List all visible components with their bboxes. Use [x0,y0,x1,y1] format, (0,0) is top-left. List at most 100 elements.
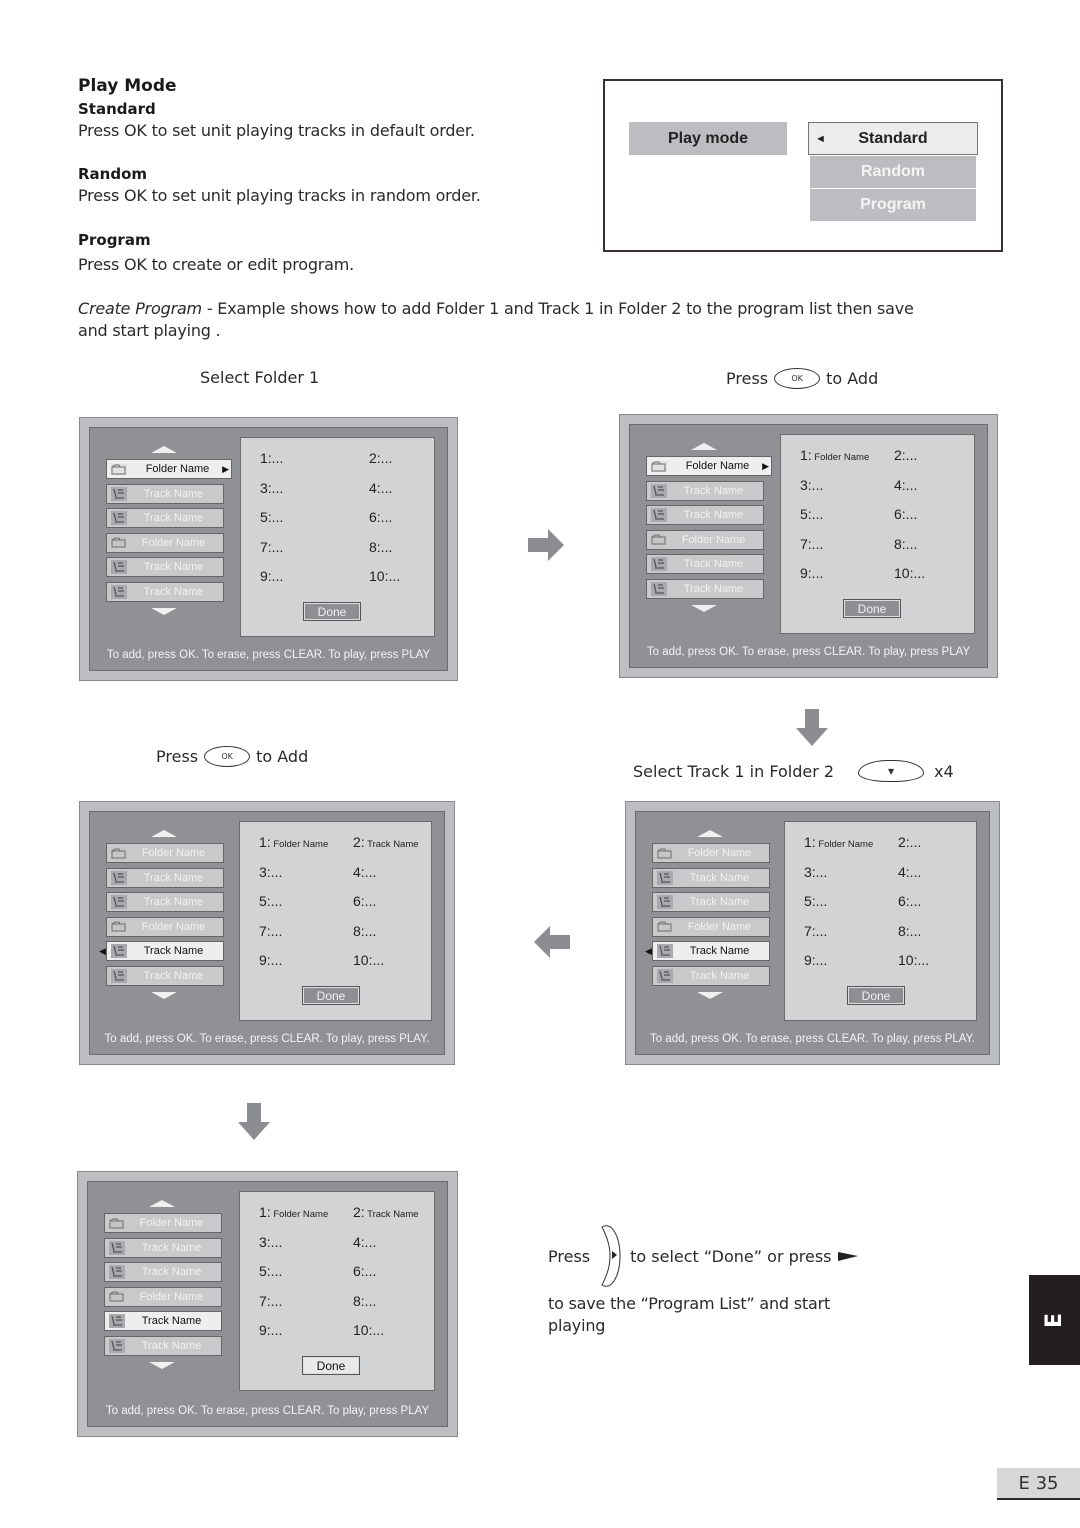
program-slot[interactable]: 10:... [369,568,400,584]
scroll-up-icon[interactable] [149,1200,175,1207]
program-slot[interactable]: 7:... [800,536,823,552]
folder-item[interactable]: Folder Name [646,529,764,550]
track-item[interactable]: Track Name [104,1237,222,1258]
program-slot[interactable]: 2:... [369,450,392,466]
done-button[interactable]: Done [302,1356,360,1375]
program-slot[interactable]: 5:... [800,506,823,522]
play-mode-option-random[interactable]: Random [810,156,976,188]
folder-item[interactable]: Folder Name ▶ [106,459,232,479]
track-item[interactable]: Track Name [104,1335,222,1356]
program-slot[interactable]: 5:... [259,893,282,909]
scroll-up-icon[interactable] [691,443,717,450]
program-slot[interactable]: 5:... [260,509,283,525]
track-item[interactable]: Track Name [652,867,770,888]
program-slot[interactable]: 7:... [259,1293,282,1309]
track-item[interactable]: Track Name [106,483,224,504]
program-slot[interactable]: 3:... [259,864,282,880]
done-button[interactable]: Done [302,986,360,1005]
track-item[interactable]: Track Name [106,557,224,577]
program-slot[interactable]: 10:... [353,952,384,968]
program-slot[interactable]: 1:... [260,450,283,466]
program-slot[interactable]: 8:... [898,923,921,939]
folder-item[interactable]: Folder Name [104,1286,222,1307]
program-slot[interactable]: 2:... [898,834,921,850]
folder-item[interactable]: Folder Name ▶ [646,456,772,476]
program-slot[interactable]: 8:... [894,536,917,552]
program-slot[interactable]: 6:... [898,893,921,909]
done-button[interactable]: Done [847,986,905,1005]
program-slot[interactable]: 4:... [353,1234,376,1250]
folder-item[interactable]: Folder Name [104,1213,222,1233]
program-slot[interactable]: 1: Folder Name [804,834,873,850]
program-slot[interactable]: 10:... [894,565,925,581]
track-item[interactable]: Track Name [106,581,224,602]
program-slot[interactable]: 10:... [353,1322,384,1338]
track-item[interactable]: Track Name [106,892,224,912]
program-slot[interactable]: 7:... [259,923,282,939]
scroll-down-icon[interactable] [151,608,177,615]
track-item[interactable]: Track Name [652,965,770,986]
program-slot[interactable]: 3:... [259,1234,282,1250]
program-slot[interactable]: 8:... [353,923,376,939]
program-slot[interactable]: 6:... [353,893,376,909]
program-slot[interactable]: 8:... [353,1293,376,1309]
track-item[interactable]: Track Name [646,480,764,501]
track-item[interactable]: Track Name ◀ [99,941,224,961]
program-slot[interactable]: 6:... [369,509,392,525]
folder-item[interactable]: Folder Name [106,532,224,553]
program-slot[interactable]: 6:... [353,1263,376,1279]
track-item[interactable]: Track Name [104,1311,222,1331]
program-slot[interactable]: 5:... [259,1263,282,1279]
scroll-up-icon[interactable] [697,830,723,837]
track-item[interactable]: Track Name [646,554,764,574]
track-icon [656,968,674,983]
track-item[interactable]: Track Name [104,1262,222,1282]
done-button[interactable]: Done [303,602,361,621]
folder-item[interactable]: Folder Name [106,916,224,937]
program-slot[interactable]: 6:... [894,506,917,522]
program-slot[interactable]: 2: Track Name [353,1204,419,1220]
program-slot[interactable]: 8:... [369,539,392,555]
program-slot[interactable]: 1: Folder Name [800,447,869,463]
track-item[interactable]: Track Name [106,867,224,888]
program-slot[interactable]: 2:... [894,447,917,463]
scroll-down-icon[interactable] [691,605,717,612]
program-slot[interactable]: 2: Track Name [353,834,419,850]
program-slot[interactable]: 10:... [898,952,929,968]
program-slot[interactable]: 3:... [260,480,283,496]
play-mode-option-standard[interactable]: ◄ Standard [808,122,978,155]
program-slot[interactable]: 4:... [369,480,392,496]
folder-icon [108,1216,126,1230]
program-slot[interactable]: 1: Folder Name [259,834,328,850]
program-slot[interactable]: 4:... [894,477,917,493]
folder-item[interactable]: Folder Name [652,916,770,937]
scroll-up-icon[interactable] [151,830,177,837]
program-slot[interactable]: 3:... [804,864,827,880]
program-slot[interactable]: 9:... [259,1322,282,1338]
track-item[interactable]: Track Name [646,505,764,525]
track-item[interactable]: Track Name [652,892,770,912]
program-slot[interactable]: 4:... [353,864,376,880]
track-item[interactable]: Track Name ◀ [645,941,770,961]
program-slot[interactable]: 7:... [804,923,827,939]
scroll-up-icon[interactable] [151,446,177,453]
track-item[interactable]: Track Name [646,578,764,599]
program-slot[interactable]: 9:... [804,952,827,968]
program-slot[interactable]: 5:... [804,893,827,909]
program-slot[interactable]: 9:... [260,568,283,584]
program-slot[interactable]: 4:... [898,864,921,880]
folder-item[interactable]: Folder Name [652,843,770,863]
track-item[interactable]: Track Name [106,508,224,528]
scroll-down-icon[interactable] [149,1362,175,1369]
scroll-down-icon[interactable] [697,992,723,999]
program-slot[interactable]: 9:... [800,565,823,581]
scroll-down-icon[interactable] [151,992,177,999]
program-slot[interactable]: 9:... [259,952,282,968]
done-button[interactable]: Done [843,599,901,618]
program-slot[interactable]: 3:... [800,477,823,493]
track-item[interactable]: Track Name [106,965,224,986]
folder-item[interactable]: Folder Name [106,843,224,863]
play-mode-option-program[interactable]: Program [810,189,976,221]
program-slot[interactable]: 7:... [260,539,283,555]
program-slot[interactable]: 1: Folder Name [259,1204,328,1220]
